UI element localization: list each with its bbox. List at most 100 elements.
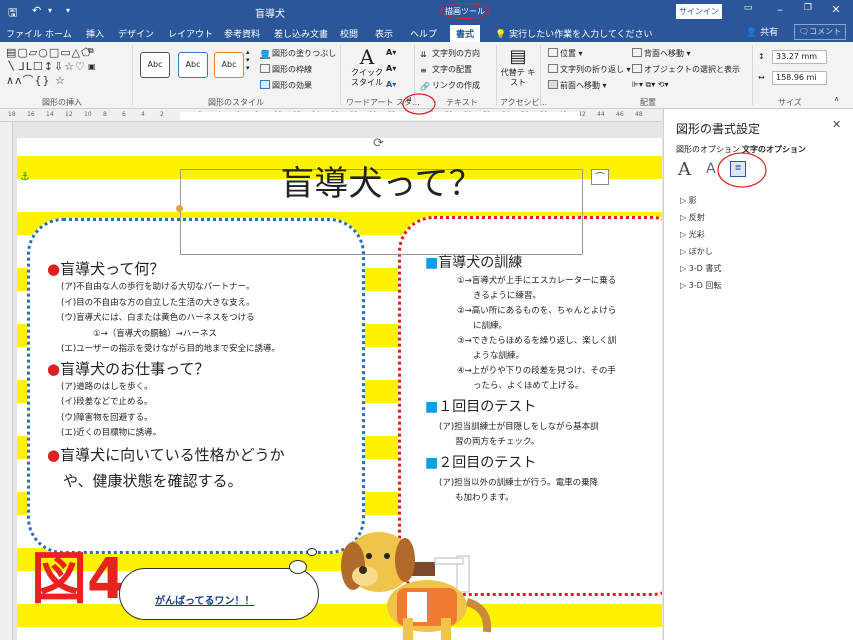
option-3d-rotation[interactable]: ▷ 3-D 回転 bbox=[680, 280, 721, 291]
expand-icon: ▷ bbox=[680, 213, 687, 222]
expand-icon: ▷ bbox=[680, 196, 687, 205]
anchor-icon: ⚓ bbox=[20, 170, 30, 183]
left-list-1-item: ①→（盲導犬の胴輪）→ハーネス bbox=[93, 328, 217, 339]
right-list-3-item: も加わります。 bbox=[455, 493, 514, 503]
left-heading-1-text: 盲導犬って何？ bbox=[60, 260, 165, 278]
shape-style-3[interactable]: Abc bbox=[214, 52, 244, 78]
tab-format[interactable]: 書式 bbox=[450, 25, 481, 42]
left-list-2-item: (ア)道路のはしを歩く。 bbox=[61, 381, 153, 392]
rotate-handle-icon[interactable]: ⟳ bbox=[373, 138, 384, 151]
tell-me-search[interactable]: 💡 実行したい作業を入力してください bbox=[495, 27, 653, 40]
link-icon: 🔗 bbox=[420, 82, 430, 91]
text-effects-icon[interactable]: A▾ bbox=[386, 80, 396, 89]
shape-outline-button[interactable]: 図形の枠線 bbox=[260, 64, 312, 75]
share-button[interactable]: 👤 共有 bbox=[746, 25, 778, 38]
shape-fill-button[interactable]: 🪣 図形の塗りつぶし bbox=[260, 48, 336, 59]
person-icon: 👤 bbox=[746, 28, 758, 38]
left-heading-2-text: 盲導犬のお仕事って？ bbox=[60, 359, 210, 378]
tab-mailings[interactable]: 差し込み文書 bbox=[274, 27, 328, 40]
tell-me-text: 実行したい作業を入力してください bbox=[509, 30, 653, 40]
left-list-2-item: (イ)段差などで止める。 bbox=[61, 397, 153, 407]
ruler-tick: 18 bbox=[8, 111, 16, 118]
ruler-tick: 8 bbox=[103, 111, 107, 118]
right-list-1-item: きるように練習。 bbox=[473, 291, 541, 301]
wrap-text-icon bbox=[548, 64, 558, 73]
title-text-box[interactable]: 盲導犬って？ bbox=[180, 164, 583, 255]
option-shadow[interactable]: ▷ 影 bbox=[680, 195, 697, 206]
text-box-icon[interactable]: ▣ bbox=[88, 62, 96, 71]
tab-design[interactable]: デザイン bbox=[118, 27, 154, 40]
alt-text-button[interactable]: ▤ 代替テ キスト bbox=[500, 46, 536, 88]
option-reflection[interactable]: ▷ 反射 bbox=[680, 212, 705, 223]
option-3d-format[interactable]: ▷ 3-D 書式 bbox=[680, 263, 721, 274]
right-list-3: (ア)担当以外の訓練士が行う。電車の乗降 も加わります。 bbox=[425, 476, 662, 506]
group-arrange-label: 配置 bbox=[640, 98, 656, 107]
position-button[interactable]: 位置 ▾ bbox=[548, 48, 583, 59]
tab-help[interactable]: ヘルプ bbox=[410, 27, 437, 40]
text-direction-button[interactable]: ⇊ 文字列の方向 bbox=[420, 48, 480, 59]
ruler-tick: 12 bbox=[65, 111, 73, 118]
quick-style-button[interactable]: A クイック スタイル bbox=[350, 46, 384, 88]
expand-icon: ▷ bbox=[680, 264, 687, 273]
text-fill-icon[interactable]: A▾ bbox=[386, 48, 396, 57]
left-list-1-item: (ウ)盲導犬には、白または黄色のハーネスをつける bbox=[61, 313, 255, 323]
align-icon[interactable]: ⊫▾ ⧉▾ ⟲▾ bbox=[632, 80, 669, 90]
close-button[interactable]: ✕ bbox=[824, 3, 848, 16]
vertical-ruler bbox=[0, 122, 13, 640]
send-backward-button[interactable]: 背面へ移動 ▾ bbox=[632, 48, 691, 59]
figure-label: 図4 bbox=[31, 547, 126, 612]
paint-bucket-icon: 🪣 bbox=[260, 50, 270, 59]
text-fill-outline-icon[interactable]: A bbox=[678, 159, 691, 180]
tab-file[interactable]: ファイル bbox=[6, 27, 42, 40]
bring-forward-button[interactable]: 前面へ移動 ▾ bbox=[548, 80, 607, 91]
shape-outline-label: 図形の枠線 bbox=[272, 65, 312, 74]
text-effects-icon[interactable]: A bbox=[706, 161, 716, 177]
signin-button[interactable]: サインイン bbox=[676, 4, 722, 19]
restore-button[interactable]: ❐ bbox=[796, 3, 820, 13]
right-list-3-item: (ア)担当以外の訓練士が行う。電車の乗降 bbox=[439, 478, 599, 488]
edit-shape-icon[interactable]: ⧉ bbox=[88, 46, 94, 56]
left-list-1: (ア)不自由な人の歩行を助ける大切なパートナー。 (イ)目の不自由な方の自立した… bbox=[47, 280, 367, 358]
separator bbox=[752, 45, 753, 105]
tab-review[interactable]: 校閲 bbox=[340, 27, 358, 40]
share-label: 共有 bbox=[760, 28, 779, 38]
tab-layout[interactable]: レイアウト bbox=[168, 27, 213, 40]
shape-fill-label: 図形の塗りつぶし bbox=[272, 49, 337, 58]
ruler-tick: 10 bbox=[84, 111, 92, 118]
text-box-highlight bbox=[717, 152, 767, 188]
alt-text-label: 代替テ キスト bbox=[500, 68, 536, 87]
ribbon-display-icon[interactable]: ▭ bbox=[736, 3, 760, 13]
tab-insert[interactable]: 挿入 bbox=[86, 27, 104, 40]
right-list-2-item: (ア)担当訓練士が目隠しをしながら基本訓 bbox=[439, 422, 599, 432]
shape-height-input[interactable]: 33.27 mm bbox=[772, 50, 827, 64]
left-list-2-item: (ウ)障害物を回避する。 bbox=[61, 412, 153, 423]
title-bar: 🖫 ↶ ▾ ▾ 盲導犬 描画ツール サインイン ▭ – ❐ ✕ bbox=[0, 0, 853, 24]
comment-button[interactable]: 🗨コメント bbox=[794, 24, 846, 40]
tab-home[interactable]: ホーム bbox=[45, 27, 72, 40]
tab-references[interactable]: 参考資料 bbox=[224, 27, 260, 40]
text-outline-icon[interactable]: A▾ bbox=[386, 64, 396, 73]
shape-width-input[interactable]: 158.96 mi bbox=[772, 71, 827, 85]
quick-style-icon: A bbox=[359, 45, 375, 69]
shape-style-2[interactable]: Abc bbox=[178, 52, 208, 78]
shape-style-1[interactable]: Abc bbox=[140, 52, 170, 78]
option-glow[interactable]: ▷ 光彩 bbox=[680, 229, 705, 240]
close-icon[interactable]: ✕ bbox=[832, 118, 841, 131]
option-label: 3-D 書式 bbox=[688, 264, 722, 273]
shape-effects-button[interactable]: 図形の効果 bbox=[260, 80, 312, 91]
tab-view[interactable]: 表示 bbox=[375, 27, 393, 40]
selection-pane-button[interactable]: オブジェクトの選択と表示 bbox=[632, 64, 740, 75]
collapse-ribbon-icon[interactable]: ∧ bbox=[834, 95, 839, 103]
text-align-button[interactable]: ≡ 文字の配置 bbox=[420, 64, 472, 75]
minimize-button[interactable]: – bbox=[768, 3, 792, 16]
option-soft-edges[interactable]: ▷ ぼかし bbox=[680, 246, 713, 257]
adjust-handle[interactable] bbox=[176, 205, 183, 212]
right-heading-2-text: １回目のテスト bbox=[438, 399, 537, 415]
right-list-1-item: に訓練。 bbox=[473, 321, 508, 331]
style-gallery-scroll-icon[interactable]: ▴ ▾ ▾ bbox=[246, 48, 250, 72]
create-link-button[interactable]: 🔗 リンクの作成 bbox=[420, 80, 480, 91]
layout-options-icon[interactable]: ⌒ bbox=[591, 169, 609, 185]
left-heading-3-line2: や、健康状態を確認する。 bbox=[63, 471, 243, 490]
ruler-tick: 6 bbox=[122, 111, 126, 118]
wrap-text-button[interactable]: 文字列の折り返し ▾ bbox=[548, 64, 631, 75]
